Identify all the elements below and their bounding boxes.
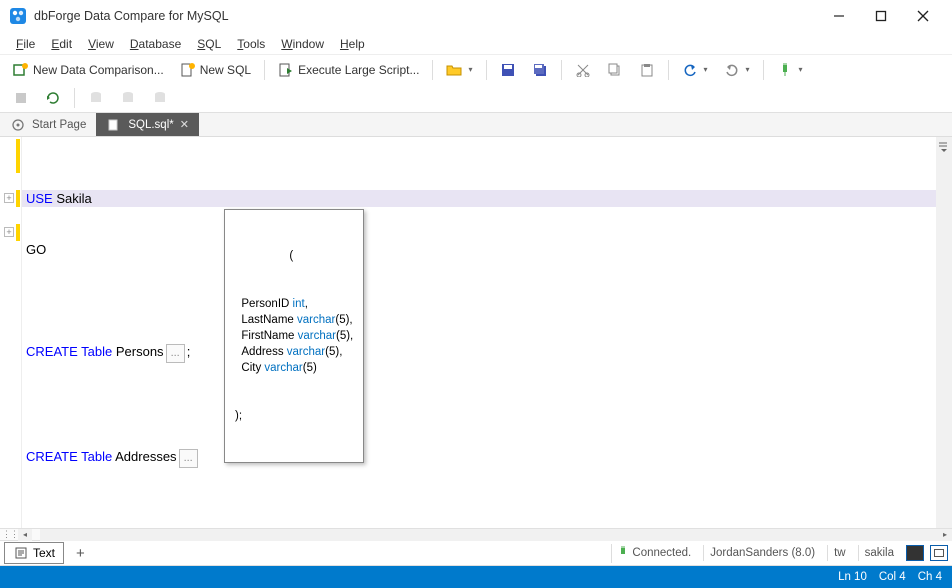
editor-gutter: + + (0, 137, 22, 528)
redo-icon (724, 62, 740, 78)
database-icon (152, 90, 168, 106)
new-data-comparison-button[interactable]: New Data Comparison... (6, 58, 171, 82)
undo-icon (682, 62, 698, 78)
new-sql-button[interactable]: New SQL (173, 58, 258, 82)
open-button[interactable]: ▾ (439, 58, 479, 82)
close-tab-button[interactable]: ✕ (180, 118, 189, 131)
chevron-down-icon: ▾ (746, 65, 750, 74)
db-button-1[interactable] (81, 86, 111, 110)
new-sql-icon (180, 62, 196, 78)
connect-button[interactable]: ▾ (770, 58, 810, 82)
toolbar-separator (763, 60, 764, 80)
toolbar-separator (74, 88, 75, 108)
new-data-comparison-label: New Data Comparison... (33, 63, 164, 77)
code-editor[interactable]: USE Sakila GO CREATE Table Persons...; C… (22, 137, 952, 528)
menu-tools[interactable]: Tools (229, 35, 273, 53)
change-marker (16, 224, 20, 241)
options-dropdown[interactable] (938, 139, 950, 157)
toolbar-separator (264, 60, 265, 80)
fold-toggle[interactable]: + (4, 227, 14, 237)
cut-button[interactable] (568, 58, 598, 82)
home-icon (10, 117, 26, 133)
status-line: Ln 10 (838, 571, 867, 583)
change-marker (16, 190, 20, 207)
cut-icon (575, 62, 591, 78)
save-all-button[interactable] (525, 58, 555, 82)
status-ch: Ch 4 (918, 571, 942, 583)
execute-script-icon (278, 62, 294, 78)
tab-label: SQL.sql* (128, 119, 173, 131)
fold-toggle[interactable]: + (4, 193, 14, 203)
stop-button[interactable] (6, 86, 36, 110)
chevron-down-icon: ▾ (799, 65, 803, 74)
menu-bar: File Edit View Database SQL Tools Window… (0, 32, 952, 54)
redo-button[interactable]: ▾ (717, 58, 757, 82)
document-tabs: Start Page SQL.sql* ✕ (0, 112, 952, 136)
editor: + + USE Sakila GO CREATE Table Persons..… (0, 136, 952, 528)
change-marker (16, 139, 20, 173)
hover-tooltip: ( PersonID int, LastName varchar(5), Fir… (224, 209, 364, 463)
undo-button[interactable]: ▾ (675, 58, 715, 82)
toolbar-separator (486, 60, 487, 80)
collapsed-region[interactable]: ... (166, 344, 185, 363)
maximize-button[interactable] (860, 2, 902, 30)
save-button[interactable] (493, 58, 523, 82)
tab-sql-file[interactable]: SQL.sql* ✕ (96, 113, 199, 136)
tab-start-page[interactable]: Start Page (0, 113, 96, 136)
sql-file-icon (106, 117, 122, 133)
folder-open-icon (446, 62, 462, 78)
stop-icon (13, 90, 29, 106)
save-all-icon (532, 62, 548, 78)
toolbar-separator (668, 60, 669, 80)
menu-edit[interactable]: Edit (43, 35, 80, 53)
menu-help[interactable]: Help (332, 35, 373, 53)
new-sql-label: New SQL (200, 63, 251, 77)
splitter-grip-icon: ⋮⋮ (2, 529, 18, 540)
title-bar: dbForge Data Compare for MySQL (0, 0, 952, 32)
refresh-button[interactable] (38, 86, 68, 110)
secondary-toolbar (0, 84, 952, 112)
collapsed-region[interactable]: ... (179, 449, 198, 468)
refresh-icon (45, 90, 61, 106)
main-toolbar: New Data Comparison... New SQL Execute L… (0, 54, 952, 84)
minimize-button[interactable] (818, 2, 860, 30)
database-icon (120, 90, 136, 106)
new-comparison-icon (13, 62, 29, 78)
database-icon (88, 90, 104, 106)
paste-icon (639, 62, 655, 78)
close-button[interactable] (902, 2, 944, 30)
execute-large-script-button[interactable]: Execute Large Script... (271, 58, 426, 82)
menu-window[interactable]: Window (273, 35, 332, 53)
tab-label: Start Page (32, 119, 86, 131)
db-button-2[interactable] (113, 86, 143, 110)
menu-view[interactable]: View (80, 35, 122, 53)
menu-file[interactable]: File (8, 35, 43, 53)
save-icon (500, 62, 516, 78)
menu-sql[interactable]: SQL (189, 35, 229, 53)
toolbar-separator (432, 60, 433, 80)
chevron-down-icon: ▾ (468, 65, 472, 74)
chevron-down-icon: ▾ (704, 65, 708, 74)
execute-large-script-label: Execute Large Script... (298, 63, 419, 77)
window-title: dbForge Data Compare for MySQL (34, 9, 818, 23)
plug-icon (777, 62, 793, 78)
copy-icon (607, 62, 623, 78)
toolbar-separator (561, 60, 562, 80)
status-bar: Ln 10 Col 4 Ch 4 (0, 566, 952, 588)
paste-button[interactable] (632, 58, 662, 82)
menu-database[interactable]: Database (122, 35, 189, 53)
status-col: Col 4 (879, 571, 906, 583)
app-icon (8, 6, 28, 26)
copy-button[interactable] (600, 58, 630, 82)
db-button-3[interactable] (145, 86, 175, 110)
